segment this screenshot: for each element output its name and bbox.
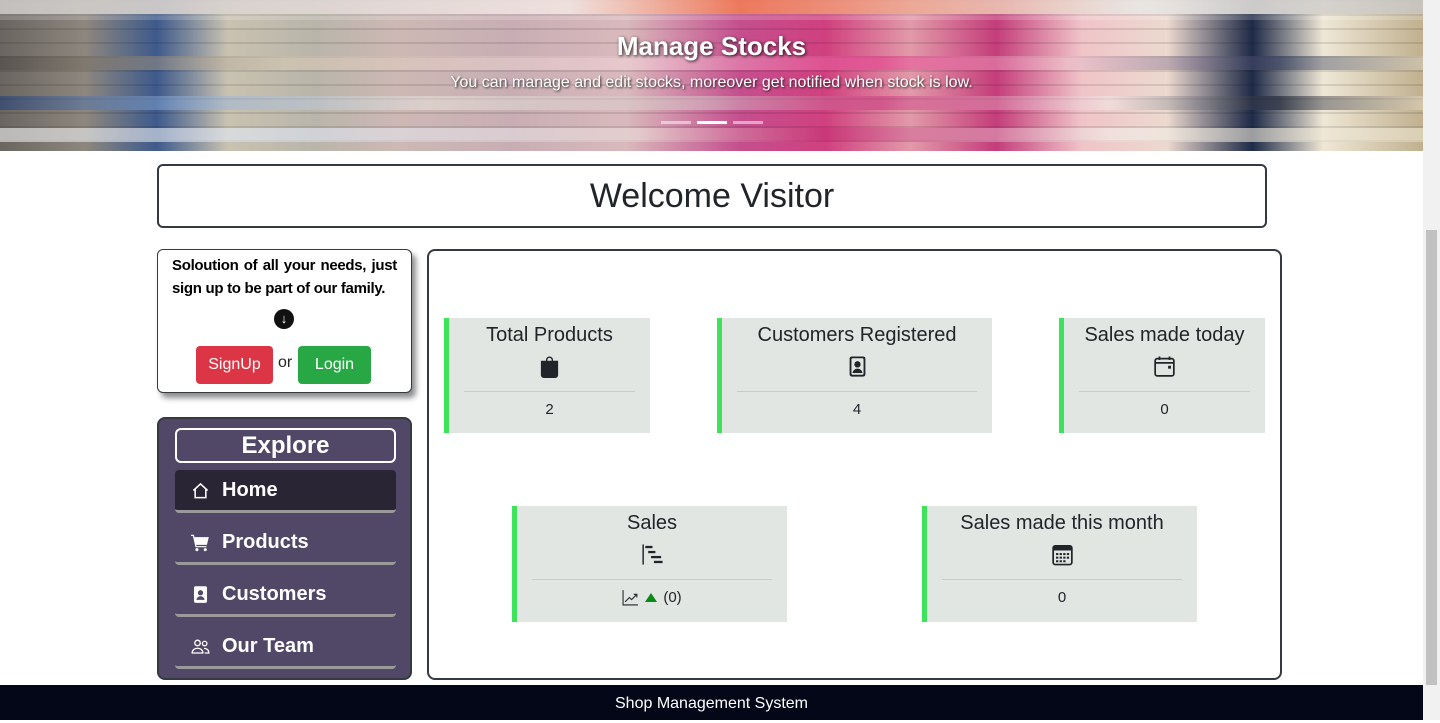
shopping-bag-icon [538,354,562,378]
hero-image-band [0,128,1423,142]
sidebar-item-label: Our Team [222,634,314,657]
card-divider [464,391,635,392]
sidebar-item-products[interactable]: Products [175,522,396,565]
sidebar-item-customers[interactable]: Customers [175,574,396,617]
carousel-indicator-2[interactable] [697,121,727,124]
card-value: 0 [1160,401,1169,418]
welcome-text: Welcome Visitor [589,176,835,215]
arrow-down-circle-icon: ↓ [274,309,294,329]
dashboard-panel: Total Products 2 Customers Registered 4 … [427,249,1282,680]
signup-card: Soloution of all your needs, just sign u… [157,249,412,393]
people-icon [190,636,210,656]
sidebar-item-label: Customers [222,582,327,605]
card-divider [532,579,772,580]
card-value: 4 [852,401,862,418]
sidebar-item-home[interactable]: Home [175,470,396,513]
card-value: 2 [545,401,554,418]
card-value: (0) [663,589,682,606]
footer: Shop Management System [0,685,1423,720]
stat-card-sales-today[interactable]: Sales made today 0 [1059,318,1265,433]
contact-card-icon [190,584,210,604]
card-title: Sales [626,512,678,534]
calendar-month-icon [1050,542,1074,566]
sidebar-item-label: Home [222,478,278,501]
card-value: 0 [1057,589,1067,606]
hero-carousel[interactable]: Manage Stocks You can manage and edit st… [0,0,1423,151]
stat-card-total-products[interactable]: Total Products 2 [444,318,650,433]
page-scrollbar[interactable] [1423,0,1440,720]
footer-text: Shop Management System [615,695,808,712]
hero-title: Manage Stocks [616,31,807,61]
card-divider [737,391,977,392]
signup-button[interactable]: SignUp [196,346,273,384]
cart-icon [190,532,210,552]
hero-caption: You can manage and edit stocks, moreover… [450,74,973,91]
graph-up-icon [622,590,639,606]
stat-card-sales[interactable]: Sales (0) [512,506,787,622]
carousel-indicator-3[interactable] [733,121,763,124]
explore-title: Explore [175,428,396,463]
sales-value-row: (0) [517,589,787,606]
bar-chart-steps-icon [640,542,664,566]
stat-card-sales-month[interactable]: Sales made this month 0 [922,506,1197,622]
welcome-banner: Welcome Visitor [157,164,1267,228]
person-badge-icon [845,354,869,378]
stat-card-customers-registered[interactable]: Customers Registered 4 [717,318,992,433]
signup-message: Soloution of all your needs, just sign u… [172,257,397,297]
house-icon [190,480,210,500]
hero-image-band [0,0,1423,14]
trend-up-icon [645,593,658,602]
sidebar-item-our-team[interactable]: Our Team [175,626,396,669]
explore-sidebar: Explore Home Products Customers Our Team [157,417,412,680]
carousel-indicator-1[interactable] [661,121,691,124]
card-divider [1079,391,1250,392]
card-title: Customers Registered [757,324,957,346]
calendar-icon [1153,354,1177,378]
hero-image-band [0,96,1423,110]
card-divider [942,579,1182,580]
scrollbar-thumb[interactable] [1426,230,1437,685]
carousel-indicators [661,121,763,124]
or-label: or [278,354,293,371]
sidebar-item-label: Products [222,530,309,553]
card-title: Total Products [486,324,613,346]
card-title: Sales made this month [960,512,1164,534]
card-title: Sales made today [1084,324,1245,346]
login-button[interactable]: Login [298,346,371,384]
